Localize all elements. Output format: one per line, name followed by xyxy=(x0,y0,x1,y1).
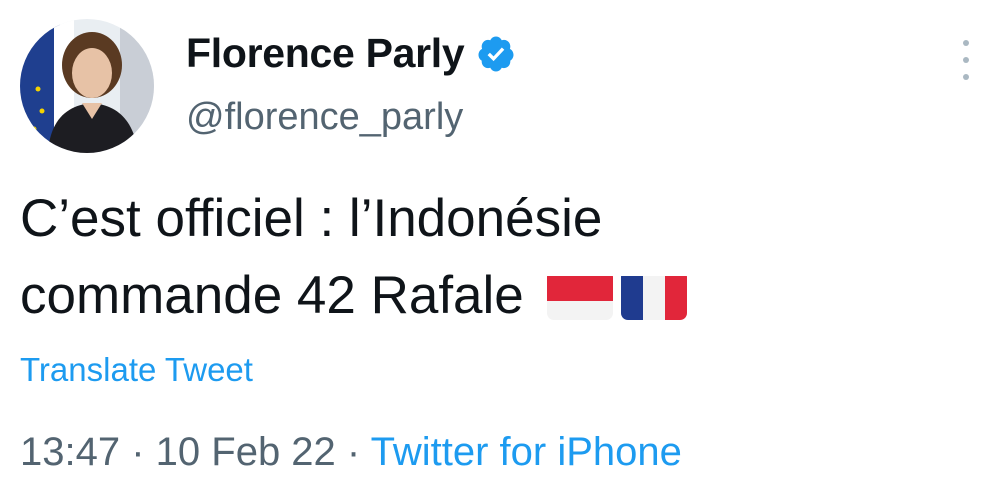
more-options-button[interactable] xyxy=(952,40,980,80)
avatar[interactable] xyxy=(20,19,154,153)
handle[interactable]: @florence_parly xyxy=(186,96,463,139)
author-name-row: Florence Parly xyxy=(186,30,516,77)
verified-badge-icon xyxy=(478,36,514,71)
indonesia-flag-icon xyxy=(546,270,613,320)
tweet-text: C’est officiel : l’Indonésie commande 42… xyxy=(20,180,980,334)
meta-separator: · xyxy=(120,430,156,474)
tweet-text-line-2-wrap: commande 42 Rafale xyxy=(20,257,980,334)
translate-tweet-link[interactable]: Translate Tweet xyxy=(20,351,253,389)
more-vertical-icon-dot xyxy=(963,57,969,63)
more-vertical-icon-dot xyxy=(963,74,969,80)
tweet-text-line-1: C’est officiel : l’Indonésie xyxy=(20,189,603,248)
tweet-date[interactable]: 10 Feb 22 xyxy=(156,430,336,474)
tweet-source-link[interactable]: Twitter for iPhone xyxy=(371,430,682,474)
france-flag-icon xyxy=(620,270,687,320)
tweet-card: Florence Parly @florence_parly C’est off… xyxy=(0,0,1000,491)
avatar-image xyxy=(20,19,154,153)
tweet-time[interactable]: 13:47 xyxy=(20,430,120,474)
display-name[interactable]: Florence Parly xyxy=(186,30,465,77)
tweet-text-line-2: commande 42 Rafale xyxy=(20,266,524,325)
tweet-meta: 13:47 · 10 Feb 22 · Twitter for iPhone xyxy=(20,430,682,475)
meta-separator: · xyxy=(335,430,371,474)
more-vertical-icon xyxy=(963,40,969,46)
